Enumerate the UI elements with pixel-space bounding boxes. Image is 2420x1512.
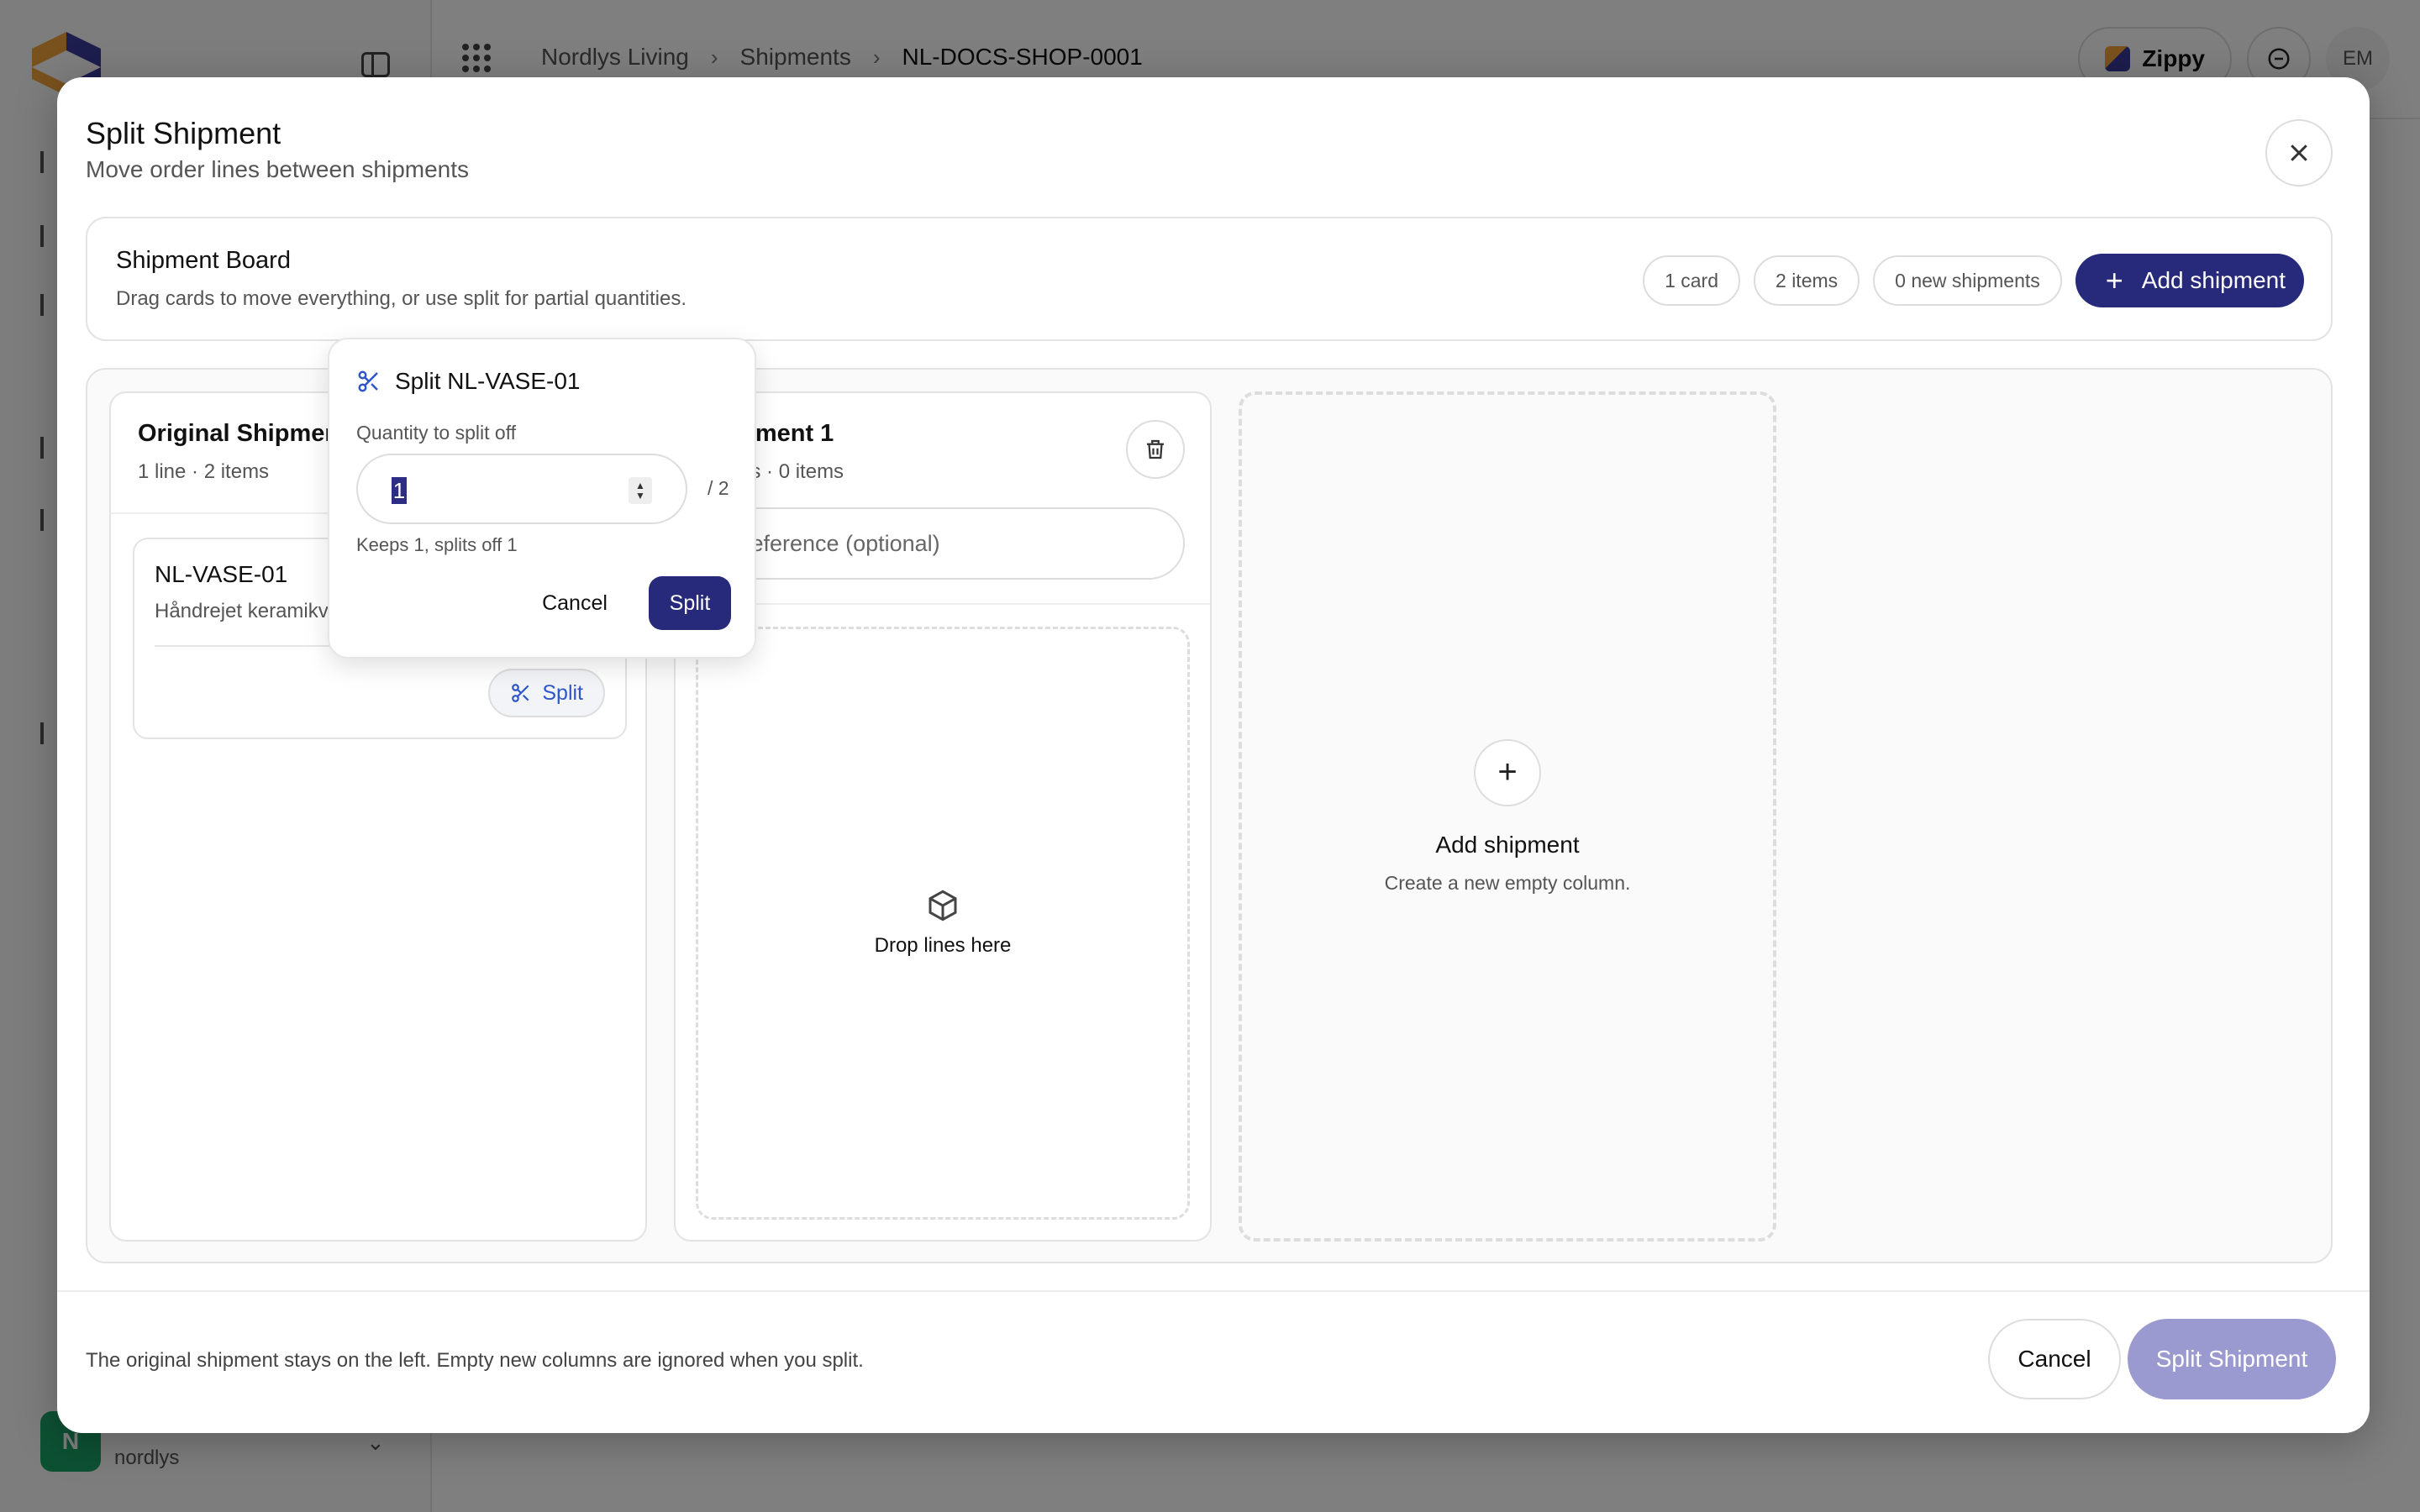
cancel-button[interactable]: Cancel bbox=[1988, 1319, 2121, 1399]
add-shipment-label: Add shipment bbox=[2141, 267, 2286, 293]
add-shipment-column[interactable]: + Add shipment Create a new empty column… bbox=[1239, 391, 1776, 1242]
divider bbox=[57, 1290, 2370, 1292]
package-icon bbox=[929, 890, 957, 921]
quantity-max: / 2 bbox=[708, 477, 729, 499]
dialog-subtitle: Move order lines between shipments bbox=[86, 156, 470, 182]
line-sku: NL-VASE-01 bbox=[155, 561, 288, 587]
split-line-button[interactable]: Split bbox=[488, 669, 605, 717]
footer-note: The original shipment stays on the left.… bbox=[86, 1349, 864, 1372]
split-hint: Keeps 1, splits off 1 bbox=[356, 534, 518, 555]
popover-header: Split NL-VASE-01 bbox=[356, 368, 580, 395]
items-count-badge: 2 items bbox=[1754, 255, 1860, 306]
dialog-title: Split Shipment bbox=[86, 116, 281, 150]
add-column-title: Add shipment bbox=[1435, 831, 1580, 858]
column-meta: 1 line · 2 items bbox=[138, 460, 270, 483]
reference-input[interactable] bbox=[701, 507, 1185, 580]
new-shipments-badge: 0 new shipments bbox=[1873, 255, 2062, 306]
shipment-board-header: Shipment Board Drag cards to move everyt… bbox=[86, 217, 2333, 341]
split-shipment-dialog: Split Shipment Move order lines between … bbox=[57, 77, 2370, 1433]
quantity-stepper[interactable]: 1 ▲ ▼ bbox=[356, 454, 687, 524]
quantity-label: Quantity to split off bbox=[356, 422, 517, 444]
delete-shipment-button[interactable] bbox=[1126, 420, 1185, 479]
scissors-icon bbox=[512, 684, 529, 702]
column-title: Original Shipment bbox=[138, 420, 348, 447]
add-shipment-button[interactable]: + Add shipment bbox=[2075, 254, 2304, 307]
popover-title: Split NL-VASE-01 bbox=[395, 368, 581, 394]
close-icon bbox=[2291, 144, 2307, 161]
trash-icon bbox=[1147, 439, 1164, 459]
stepper-arrows-icon[interactable]: ▲ ▼ bbox=[629, 477, 652, 504]
quantity-input[interactable]: 1 bbox=[392, 477, 407, 504]
close-button[interactable] bbox=[2265, 119, 2333, 186]
add-column-subtitle: Create a new empty column. bbox=[1384, 871, 1631, 894]
popover-cancel-button[interactable]: Cancel bbox=[524, 576, 625, 630]
board-summary: 1 card 2 items 0 new shipments + Add shi… bbox=[1643, 254, 2304, 307]
plus-icon: + bbox=[2105, 263, 2123, 297]
drop-zone-text: Drop lines here bbox=[874, 934, 1012, 957]
board-title: Shipment Board bbox=[116, 247, 291, 274]
split-quantity-popover: Split NL-VASE-01 Quantity to split off 1… bbox=[328, 338, 756, 659]
scissors-icon bbox=[358, 370, 378, 392]
plus-icon: + bbox=[1474, 738, 1541, 806]
split-shipment-button[interactable]: Split Shipment bbox=[2128, 1319, 2336, 1399]
board-subtitle: Drag cards to move everything, or use sp… bbox=[116, 287, 687, 310]
popover-split-button[interactable]: Split bbox=[649, 576, 731, 630]
drop-zone[interactable]: Drop lines here bbox=[696, 627, 1190, 1220]
split-label: Split bbox=[542, 680, 583, 705]
cards-count-badge: 1 card bbox=[1643, 255, 1741, 306]
